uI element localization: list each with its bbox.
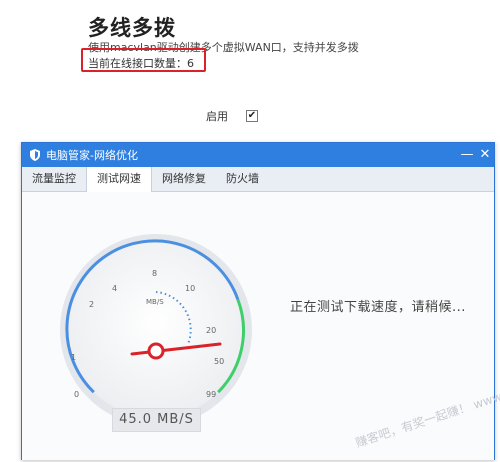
test-status-text: 正在测试下载速度，请稍候... <box>290 300 466 315</box>
tab-network-repair[interactable]: 网络修复 <box>152 167 216 191</box>
scale-label-4: 4 <box>112 284 117 293</box>
scale-label-99: 99 <box>206 390 216 399</box>
scale-label-8: 8 <box>152 269 157 278</box>
enable-label: 启用 <box>206 110 228 123</box>
gauge-needle-hub <box>147 342 165 360</box>
tab-speed-test[interactable]: 测试网速 <box>86 167 152 192</box>
close-button[interactable]: ✕ <box>476 143 494 167</box>
scale-label-0: 0 <box>74 390 79 399</box>
scale-label-10: 10 <box>185 284 195 293</box>
scale-label-50: 50 <box>214 357 224 366</box>
tab-firewall[interactable]: 防火墙 <box>216 167 269 191</box>
scale-label-2: 2 <box>89 300 94 309</box>
dialog-tabs: 流量监控 测试网速 网络修复 防火墙 <box>22 167 494 192</box>
scale-label-20: 20 <box>206 326 216 335</box>
red-highlight-box <box>81 48 206 72</box>
tab-traffic-monitor[interactable]: 流量监控 <box>22 167 86 191</box>
shield-icon <box>30 149 40 161</box>
enable-checkbox[interactable]: ✔ <box>246 110 258 122</box>
scale-label-1: 1 <box>71 353 76 362</box>
speed-readout: 45.0 MB/S <box>112 408 201 432</box>
dialog-titlebar[interactable]: 电脑管家-网络优化 — ✕ <box>22 143 494 167</box>
minimize-button[interactable]: — <box>458 143 476 167</box>
page-title: 多线多拨 <box>88 16 176 40</box>
enable-row: 启用 ✔ <box>206 108 258 124</box>
gauge-unit-label: MB/S <box>146 298 164 306</box>
dialog-title: 电脑管家-网络优化 <box>46 149 138 162</box>
